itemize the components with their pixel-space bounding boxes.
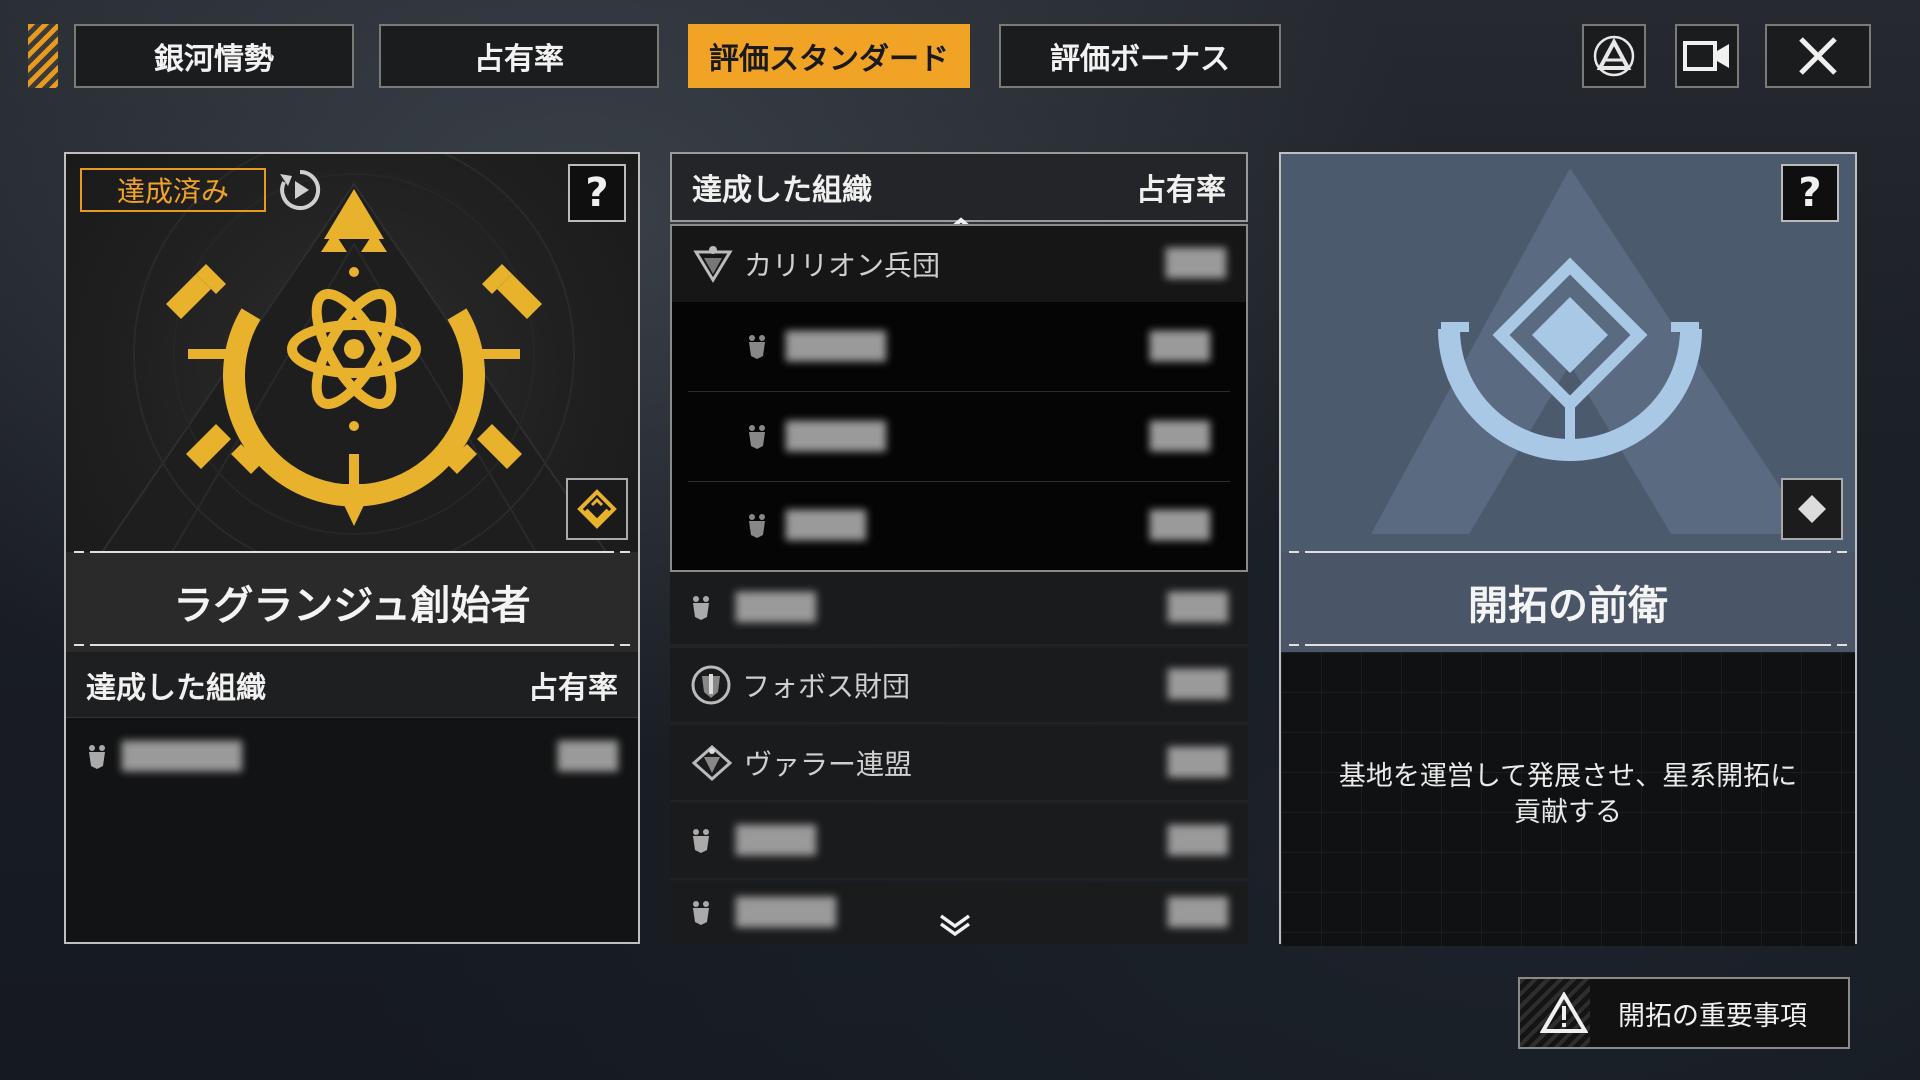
achieved-badge: 達成済み bbox=[80, 168, 266, 212]
share-column-header: 占有率 bbox=[1136, 173, 1226, 208]
list-item[interactable]: █████ ███ bbox=[688, 392, 1230, 482]
list-item[interactable]: █████ ███ bbox=[688, 302, 1230, 392]
right-achievement-card: ? 開拓の前衛 基地を運営して発展させ、星系開拓に 貢献する bbox=[1279, 152, 1857, 946]
left-list-header: 達成した組織 占有率 bbox=[66, 652, 638, 718]
pioneer-vanguard-emblem: ? bbox=[1281, 154, 1855, 552]
blurred-org-name: █████ bbox=[786, 331, 886, 362]
replay-icon bbox=[280, 169, 321, 210]
organization-icon bbox=[693, 901, 709, 925]
list-item[interactable]: ████ ███ bbox=[688, 482, 1230, 570]
pioneer-notice-button[interactable]: 開拓の重要事項 bbox=[1518, 977, 1850, 1049]
organization-icon bbox=[693, 829, 709, 853]
scroll-down-chevron-icon[interactable] bbox=[938, 912, 972, 938]
notice-label: 開拓の重要事項 bbox=[1618, 1000, 1807, 1032]
organization-icon bbox=[693, 596, 709, 620]
blurred-share: ███ bbox=[558, 742, 618, 772]
valor-emblem-icon bbox=[691, 744, 733, 782]
vanguard-emblem-icon bbox=[1371, 168, 1811, 534]
blurred-org-name: ████ bbox=[736, 593, 816, 623]
description-line-1: 基地を運営して発展させ、星系開拓に bbox=[1338, 761, 1798, 792]
blurred-org-name: ████ bbox=[736, 826, 816, 856]
rank-chevron-icon bbox=[577, 489, 617, 529]
phobos-emblem-icon bbox=[691, 665, 731, 705]
tab-evaluation-bonus[interactable]: 評価ボーナス bbox=[999, 24, 1281, 88]
description-line-2: 貢献する bbox=[1514, 797, 1622, 828]
list-item[interactable]: カリリオン兵団 ███ bbox=[672, 226, 1246, 302]
expanded-group: カリリオン兵団 ███ █████ ███ █████ ███ ████ ███ bbox=[670, 224, 1248, 572]
close-icon bbox=[1799, 37, 1837, 75]
blurred-share: ███ bbox=[1168, 826, 1228, 856]
title-divider-top bbox=[74, 551, 630, 553]
video-camera-icon bbox=[1683, 41, 1729, 71]
org-name: フォボス財団 bbox=[742, 670, 911, 703]
blurred-share: ███ bbox=[1150, 331, 1210, 362]
title-divider-top bbox=[1289, 551, 1847, 553]
close-button[interactable] bbox=[1765, 24, 1871, 88]
blurred-share: ███ bbox=[1150, 511, 1210, 541]
replay-button[interactable] bbox=[278, 168, 322, 216]
blurred-org-name: █████ bbox=[736, 898, 836, 928]
achievement-title: ラグランジュ創始者 bbox=[66, 552, 638, 652]
rank-badge-button[interactable] bbox=[1781, 478, 1843, 540]
help-button-right[interactable]: ? bbox=[1781, 164, 1839, 222]
blurred-org-name: ██████ bbox=[122, 742, 242, 772]
blurred-share: ███ bbox=[1168, 898, 1228, 928]
list-item[interactable]: ██████ ███ bbox=[66, 722, 638, 792]
organization-icon bbox=[749, 334, 765, 359]
org-name: ヴァラー連盟 bbox=[744, 748, 913, 781]
delta-emblem-button[interactable] bbox=[1582, 24, 1646, 88]
blurred-share: ███ bbox=[1150, 421, 1210, 452]
video-record-button[interactable] bbox=[1675, 24, 1739, 88]
help-button-left[interactable]: ? bbox=[568, 164, 626, 222]
rank-badge-button[interactable] bbox=[566, 478, 628, 540]
blurred-org-name: ████ bbox=[786, 511, 866, 541]
blurred-org-name: █████ bbox=[786, 421, 886, 452]
carillon-emblem-icon bbox=[693, 246, 733, 283]
diamond-icon bbox=[1798, 495, 1826, 523]
tab-evaluation-standard[interactable]: 評価スタンダード bbox=[688, 24, 970, 88]
blurred-share: ███ bbox=[1168, 670, 1228, 700]
org-column-header: 達成した組織 bbox=[692, 173, 872, 208]
tab-galaxy-situation[interactable]: 銀河情勢 bbox=[74, 24, 354, 88]
blurred-share: ███ bbox=[1168, 748, 1228, 778]
blurred-share: ███ bbox=[1166, 249, 1226, 279]
blurred-share: ███ bbox=[1168, 593, 1228, 623]
share-column-header: 占有率 bbox=[528, 670, 618, 706]
delta-icon bbox=[1593, 35, 1635, 77]
list-item[interactable]: ████ ███ bbox=[670, 804, 1248, 880]
founder-emblem-icon bbox=[100, 154, 608, 552]
organization-icon bbox=[749, 514, 765, 538]
lagrange-founder-emblem: 達成済み ? bbox=[66, 154, 638, 552]
title-divider-bottom bbox=[1289, 644, 1847, 646]
warning-icon bbox=[1540, 992, 1588, 1033]
title-divider-bottom bbox=[74, 644, 630, 646]
list-item[interactable]: フォボス財団 ███ bbox=[670, 648, 1248, 724]
header-accent-bar bbox=[28, 24, 58, 88]
organization-icon bbox=[89, 745, 105, 769]
org-column-header: 達成した組織 bbox=[86, 670, 266, 706]
list-item[interactable]: ヴァラー連盟 ███ bbox=[670, 726, 1248, 802]
org-name: カリリオン兵団 bbox=[744, 249, 941, 282]
left-achievement-card: 達成済み ? ラグランジュ創始者 達成した組織 占有率 ██████ ███ bbox=[64, 152, 640, 944]
tab-occupancy[interactable]: 占有率 bbox=[379, 24, 659, 88]
organization-icon bbox=[749, 424, 765, 449]
list-item[interactable]: ████ ███ bbox=[670, 572, 1248, 646]
achievement-description: 基地を運営して発展させ、星系開拓に 貢献する bbox=[1311, 759, 1825, 831]
achievement-title: 開拓の前衛 bbox=[1281, 552, 1855, 652]
mid-list-header: 達成した組織 占有率 bbox=[670, 152, 1248, 222]
achieved-organizations-list: 達成した組織 占有率 カリリオン兵団 ███ █████ ███ █████ █… bbox=[670, 152, 1248, 944]
